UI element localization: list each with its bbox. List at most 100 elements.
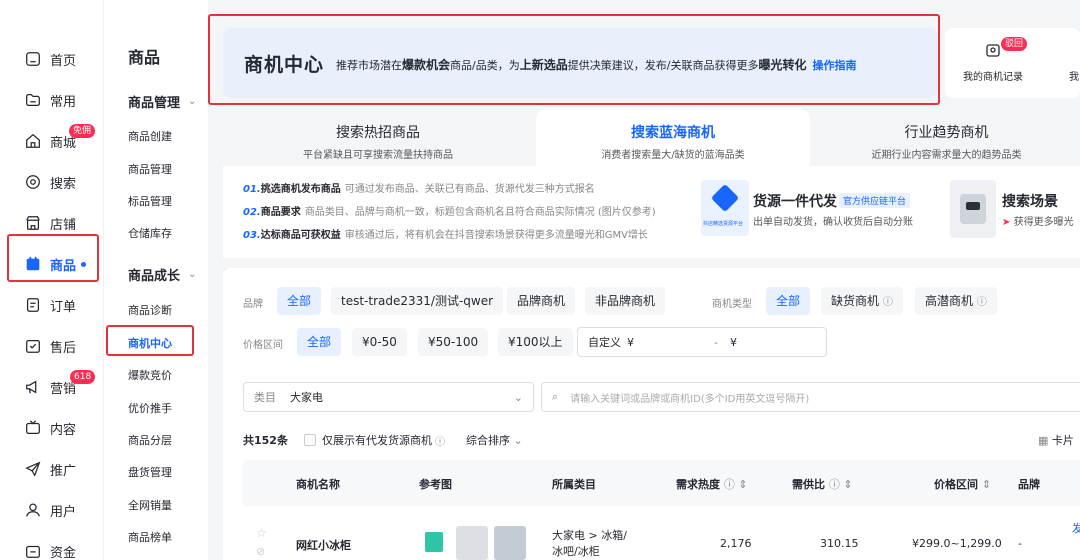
subnav-item-create[interactable]: 商品创建 [128,128,172,144]
price-label: 价格区间 [243,340,283,351]
nav-item-store[interactable]: 店铺 [24,208,76,238]
row-action-link[interactable]: 发 [1072,520,1080,536]
nav-item-promotion[interactable]: 推广 [24,454,76,484]
nav-item-after-sale[interactable]: 售后 [24,331,76,361]
brand-label: 品牌 [243,299,263,310]
records-link-2[interactable]: 我 [1069,68,1079,83]
subnav-item-ranking[interactable]: 商品榜单 [128,529,172,545]
category-label: 类目 [254,391,276,404]
sort-icon: ⇕ [981,478,992,491]
subnav-item-opportunity-center[interactable]: 商机中心 [128,335,172,351]
product-icon [26,256,40,271]
col-name: 商机名称 [296,478,340,491]
nav-item-users[interactable]: 用户 [24,495,76,525]
subnav-item-manage[interactable]: 商品管理 [128,161,172,177]
col-category: 所属类目 [552,478,596,491]
chevron-down-icon: ⌄ [513,434,523,447]
nav-item-funds[interactable]: 资金 [24,536,76,560]
nav-item-search[interactable]: 搜索 [24,167,76,197]
subnav-item-standard[interactable]: 标品管理 [128,193,172,209]
brand-chip-all[interactable]: 全部 [277,287,322,315]
subnav-item-bidding[interactable]: 爆款竞价 [128,367,172,383]
chevron-down-icon: ⌄ [188,269,197,280]
subnav-item-price-push[interactable]: 优价推手 [128,400,172,416]
home-icon [26,52,40,66]
col-heat[interactable]: 需求热度 ⓘ ⇕ [676,476,748,492]
promo2-subtitle: ➤ 获得更多曝光 [1002,217,1074,228]
records-panel: 驳回 我的商机记录 我 [945,28,1080,98]
chip-label: 高潜商机 [925,294,974,308]
price-chip-0-50[interactable]: ¥0-50 [352,328,407,356]
col-ratio[interactable]: 需供比 ⓘ ⇕ [792,476,853,492]
subnav-item-diagnosis[interactable]: 商品诊断 [128,302,172,318]
col-image: 参考图 [419,478,452,491]
reference-image-2[interactable] [456,526,488,560]
step-number: 02. [243,207,261,218]
reference-image-3[interactable] [494,526,526,560]
subnav-group-product-management[interactable]: 商品管理 ⌄ [128,92,196,111]
price-chip-100plus[interactable]: ¥100以上 [498,328,573,356]
col-price[interactable]: 价格区间 ⇕ [934,476,991,492]
tab-industry-trends[interactable]: 行业趋势商机 近期行业内容需求量大的趋势品类 [813,108,1080,166]
tv-icon [26,420,40,435]
only-dropship-checkbox[interactable]: 仅展示有代发货源商机 ⓘ [304,432,445,448]
tab-title: 搜索蓝海商机 [631,125,715,141]
nav-item-common[interactable]: 常用 [24,85,76,115]
search-input[interactable]: ⌕ 请输入关键词或品牌或商机ID(多个ID用英文逗号隔开) [541,382,1080,412]
nav-label: 店铺 [50,217,77,233]
secondary-sidebar: 商品 商品管理 ⌄ 商品创建 商品管理 标品管理 仓储库存 商品成长 ⌄ 商品诊断 … [103,0,208,560]
group-label: 商品成长 [128,269,181,284]
promo2-title[interactable]: 搜索场景 [1002,191,1058,211]
chevron-down-icon: ⌄ [513,390,523,404]
price-chip-all[interactable]: 全部 [297,328,342,356]
category-select[interactable]: 类目 大家电 ⌄ [243,382,534,412]
sort-select[interactable]: 综合排序 ⌄ [466,432,523,448]
subnav-item-tiering[interactable]: 商品分层 [128,432,172,448]
search-icon [26,175,40,189]
card-view-toggle[interactable]: ▦ 卡片 [1038,432,1074,448]
tab-hot-products[interactable]: 搜索热招商品 平台紧缺且可享搜索流量扶持商品 [223,108,533,166]
promo-title[interactable]: 货源一件代发 [753,191,837,211]
nav-label: 内容 [50,422,77,438]
promo2-text: 获得更多曝光 [1013,217,1074,228]
reference-image-1[interactable] [425,532,443,552]
nav-item-orders[interactable]: 订单 [24,290,76,320]
type-chip-potential[interactable]: 高潜商机 ⓘ [915,287,997,315]
nav-label: 首页 [50,53,77,69]
tab-blue-ocean[interactable]: 搜索蓝海商机 消费者搜索量大/缺货的蓝海品类 [536,108,810,166]
help-icon: ⓘ [882,297,893,308]
step-text: 可通过发布商品、关联已有商品、货源代发三种方式报名 [344,184,595,195]
row-name[interactable]: 网红小冰柜 [296,537,351,553]
guide-link[interactable]: 操作指南 [812,59,856,72]
store-icon [26,216,40,230]
type-chip-shortage[interactable]: 缺货商机 ⓘ [821,287,903,315]
nav-item-content[interactable]: 内容 [24,413,76,443]
megaphone-icon [26,380,37,394]
col-brand: 品牌 [1018,478,1040,491]
block-icon[interactable]: ⊘ [256,545,265,558]
opportunity-banner: 商机中心 推荐市场潜在爆款机会商品/品类，为上新选品提供决策建议，发布/关联商品… [223,28,938,98]
chip-label: 缺货商机 [831,294,880,308]
nav-item-home[interactable]: 首页 [24,44,76,74]
nav-label: 搜索 [50,176,77,192]
subnav-item-sales[interactable]: 全网销量 [128,497,172,513]
my-records-link[interactable]: 我的商机记录 [963,68,1023,83]
subnav-item-stock-plan[interactable]: 盘货管理 [128,464,172,480]
nav-item-product[interactable]: 商品 [24,249,87,279]
nav-label: 资金 [50,545,77,560]
type-label: 商机类型 [712,299,752,310]
promo-subtitle: 出单自动发货，确认收货后自动分账 [753,217,913,228]
custom-label: 自定义 [588,336,621,349]
brand-chip-brand[interactable]: 品牌商机 [507,287,576,315]
sort-icon: ⓘ ⇕ [723,478,748,491]
star-icon[interactable]: ☆ [256,526,267,540]
subnav-group-product-growth[interactable]: 商品成长 ⌄ [128,265,196,284]
brand-chip-nonbrand[interactable]: 非品牌商机 [585,287,666,315]
brand-chip-store[interactable]: test-trade2331/测试-qwer [331,287,504,315]
order-icon [26,298,40,312]
price-chip-50-100[interactable]: ¥50-100 [418,328,489,356]
type-chip-all[interactable]: 全部 [766,287,811,315]
nav-item-marketing[interactable]: 营销 [24,372,76,402]
subnav-item-inventory[interactable]: 仓储库存 [128,225,172,241]
custom-price-input[interactable]: 自定义 ¥ - ¥ [577,327,827,357]
